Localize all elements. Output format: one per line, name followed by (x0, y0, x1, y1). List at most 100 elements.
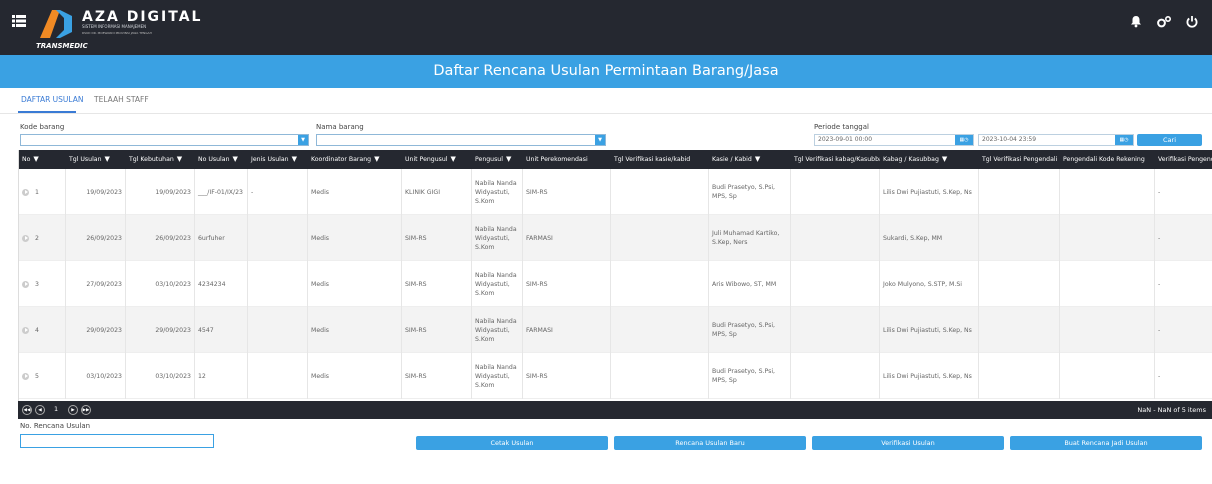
cell-value: Nabila Nanda Widyastuti, S.Kom (475, 225, 517, 251)
cell-value: Medis (311, 280, 330, 288)
verifikasi-usulan-button[interactable]: Verifikasi Usulan (812, 436, 1004, 450)
usulan-grid: No ▼ Tgl Usulan ▼ Tgl Kebutuhan ▼ No Usulan ▼ Je… (18, 150, 1212, 419)
column-header[interactable]: Tgl Verifikasi kabag/Kasubbag (791, 150, 880, 169)
brand-subtitle-2: RSUD DR. MOEWARDI PROVINSI JAWA TENGAH (82, 31, 152, 35)
cetak-usulan-button[interactable]: Cetak Usulan (416, 436, 608, 450)
table-cell: SIM-RS (523, 261, 611, 307)
column-header[interactable]: Kabag / Kasubbag ▼ (880, 150, 979, 169)
table-row[interactable]: 4 29/09/2023 29/09/2023 4547 Medis SIM-RS Nabi… (19, 307, 1212, 353)
cell-value: Lilis Dwi Pujiastuti, S.Kep, Ns (883, 326, 972, 334)
next-page-icon[interactable]: ▶ (68, 405, 78, 415)
cell-value: - (251, 188, 254, 196)
column-header[interactable]: Pengendali Kode Rekening (1060, 150, 1155, 169)
filter-icon[interactable]: ▼ (33, 155, 38, 163)
column-header[interactable]: Unit Perekomendasi (523, 150, 611, 169)
brand-subtitle: SISTEM INFORMASI MANAJEMEN (82, 24, 147, 29)
brand-name: AZA DIGITAL (82, 9, 203, 25)
table-cell (1060, 307, 1155, 353)
column-header-label: Tgl Verifikasi Pengendali (982, 156, 1058, 163)
app-name: TRANSMEDIC (36, 42, 88, 50)
cell-value: 27/09/2023 (86, 280, 122, 288)
power-icon[interactable] (1183, 15, 1201, 33)
chevron-down-icon[interactable]: ▼ (298, 135, 308, 145)
table-cell: 29/09/2023 (66, 307, 126, 353)
column-header[interactable]: Tgl Verifikasi kasie/kabid (611, 150, 709, 169)
last-page-icon[interactable]: ▶▶ (81, 405, 91, 415)
no-rencana-label: No. Rencana Usulan (20, 422, 91, 430)
table-cell: 6urfuher (195, 215, 248, 261)
column-header[interactable]: No ▼ (19, 150, 66, 169)
rencana-usulan-baru-button[interactable]: Rencana Usulan Baru (614, 436, 806, 450)
column-header[interactable]: Tgl Usulan ▼ (66, 150, 126, 169)
cell-value: Nabila Nanda Widyastuti, S.Kom (475, 271, 517, 297)
cell-value: SIM-RS (405, 326, 427, 334)
column-header-label: Tgl Kebutuhan (129, 156, 174, 163)
column-header[interactable]: Koordinator Barang ▼ (308, 150, 402, 169)
cell-value: 29/09/2023 (155, 326, 191, 334)
expand-row-icon[interactable] (22, 372, 29, 380)
expand-row-icon[interactable] (22, 188, 29, 196)
column-header[interactable]: Verifikasi Pengendali (1155, 150, 1212, 169)
table-row[interactable]: 1 19/09/2023 19/09/2023 ___/IF-01/IX/23- Med… (19, 169, 1212, 215)
calendar-clock-icon[interactable]: ▦◷ (955, 135, 973, 145)
expand-row-icon[interactable] (22, 280, 29, 288)
column-header[interactable]: Pengusul ▼ (472, 150, 523, 169)
tab-telaah-staff[interactable]: TELAAH STAFF (94, 95, 149, 104)
table-cell (979, 353, 1060, 399)
cell-value: Budi Prasetyo, S.Psi, MPS, Sp (712, 322, 776, 338)
filter-icon[interactable]: ▼ (177, 155, 182, 163)
tab-daftar-usulan[interactable]: DAFTAR USULAN (21, 95, 84, 104)
date-to-value: 2023-10-04 23:59 (982, 136, 1037, 143)
prev-page-icon[interactable]: ◀ (35, 405, 45, 415)
menu-icon[interactable] (12, 12, 26, 27)
table-row[interactable]: 5 03/10/2023 03/10/2023 12 Medis SIM-RS Nabila… (19, 353, 1212, 399)
buat-rencana-jadi-usulan-button[interactable]: Buat Rencana Jadi Usulan (1010, 436, 1202, 450)
bell-icon[interactable] (1127, 15, 1145, 33)
column-header[interactable]: Tgl Kebutuhan ▼ (126, 150, 195, 169)
filter-icon[interactable]: ▼ (105, 155, 110, 163)
cell-value: SIM-RS (526, 280, 548, 288)
nama-barang-label: Nama barang (316, 123, 364, 131)
filter-icon[interactable]: ▼ (506, 155, 511, 163)
cell-value: 1 (35, 188, 39, 196)
table-cell (611, 353, 709, 399)
table-cell: SIM-RS (402, 353, 472, 399)
table-cell: 2 (19, 215, 66, 261)
column-header[interactable]: Jenis Usulan ▼ (248, 150, 308, 169)
cell-value: 3 (35, 280, 39, 288)
column-header[interactable]: Kasie / Kabid ▼ (709, 150, 791, 169)
filter-icon[interactable]: ▼ (292, 155, 297, 163)
table-cell (611, 261, 709, 307)
column-header[interactable]: No Usulan ▼ (195, 150, 248, 169)
column-header[interactable]: Tgl Verifikasi Pengendali (979, 150, 1060, 169)
page-title: Daftar Rencana Usulan Permintaan Barang/… (0, 55, 1212, 88)
calendar-clock-icon[interactable]: ▦◷ (1115, 135, 1133, 145)
filter-icon[interactable]: ▼ (451, 155, 456, 163)
date-from-input[interactable]: 2023-09-01 00:00 ▦◷ (814, 134, 974, 146)
table-row[interactable]: 2 26/09/2023 26/09/2023 6urfuher Medis SIM-RS… (19, 215, 1212, 261)
first-page-icon[interactable]: ◀◀ (22, 405, 32, 415)
column-header[interactable]: Unit Pengusul ▼ (402, 150, 472, 169)
current-page[interactable]: 1 (54, 405, 58, 413)
tab-bar: DAFTAR USULAN TELAAH STAFF (0, 88, 1212, 114)
cell-value: KLINIK GIGI (405, 188, 441, 196)
search-button[interactable]: Cari (1137, 134, 1202, 146)
kode-barang-select[interactable]: ▼ (20, 134, 309, 146)
kode-barang-label: Kode barang (20, 123, 65, 131)
filter-icon[interactable]: ▼ (755, 155, 760, 163)
expand-row-icon[interactable] (22, 326, 29, 334)
settings-icon[interactable] (1155, 15, 1173, 33)
cell-value: 19/09/2023 (155, 188, 191, 196)
column-header-label: Kasie / Kabid (712, 156, 752, 163)
filter-icon[interactable]: ▼ (374, 155, 379, 163)
cell-value: SIM-RS (526, 188, 548, 196)
filter-icon[interactable]: ▼ (942, 155, 947, 163)
expand-row-icon[interactable] (22, 234, 29, 242)
date-to-input[interactable]: 2023-10-04 23:59 ▦◷ (978, 134, 1134, 146)
nama-barang-select[interactable]: ▼ (316, 134, 606, 146)
table-row[interactable]: 3 27/09/2023 03/10/2023 4234234 Medis SIM-RS N… (19, 261, 1212, 307)
table-cell: 4547 (195, 307, 248, 353)
chevron-down-icon[interactable]: ▼ (595, 135, 605, 145)
filter-icon[interactable]: ▼ (233, 155, 238, 163)
no-rencana-input[interactable] (20, 434, 214, 448)
